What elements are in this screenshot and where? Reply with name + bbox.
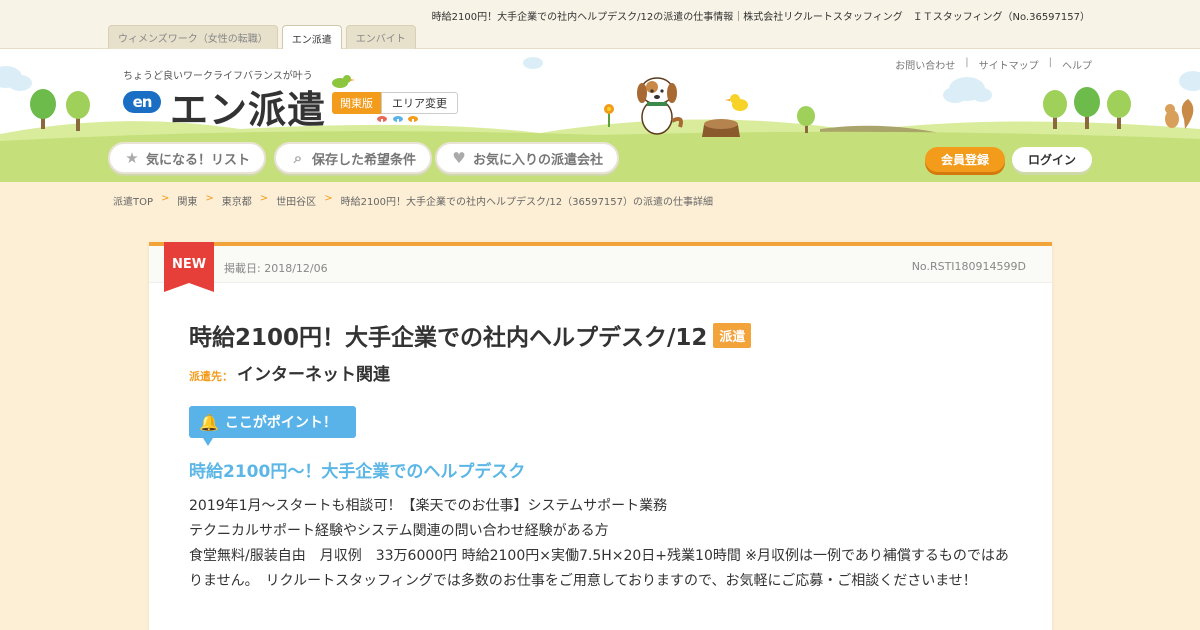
page-heading: 時給2100円！大手企業での社内ヘルプデスク/12の派遣の仕事情報｜株式会社リク… (431, 12, 1090, 23)
flower-decoration (604, 104, 614, 127)
employment-type-badge: 派遣 (713, 322, 752, 348)
dispatch-destination-value: インターネット関連 (237, 365, 390, 385)
breadcrumb-current: 時給2100円！大手企業での社内ヘルプデスク/12（36597157）の派遣の仕… (340, 197, 714, 208)
link-contact[interactable]: お問い合わせ (895, 57, 955, 72)
job-number: No.RSTI180914599D (911, 260, 1026, 273)
breadcrumb-separator: > (324, 193, 333, 204)
bell-icon: 🔔 (199, 412, 219, 432)
description-line: 2019年1月～スタートも相談可！【楽天でのお仕事】システムサポート業務 (189, 498, 668, 514)
saved-conditions-label: 保存した希望条件 (312, 152, 417, 168)
post-date: 掲載日: 2018/12/06 (224, 262, 328, 275)
job-title-text: 時給2100円！大手企業での社内ヘルプデスク/12 (189, 325, 708, 351)
job-description: 2019年1月～スタートも相談可！【楽天でのお仕事】システムサポート業務 テクニ… (189, 494, 1009, 594)
tab-en-haken[interactable]: エン派遣 (281, 25, 342, 50)
tab-womens-work[interactable]: ウィメンズワーク（女性の転職） (108, 25, 278, 49)
search-icon: ⌕ (293, 149, 303, 167)
util-divider: | (965, 57, 969, 68)
breadcrumb-separator: > (205, 193, 214, 204)
new-badge: NEW (164, 242, 214, 292)
description-line: 食堂無料/服装自由 月収例 33万6000円 時給2100円×実働7.5H×20… (189, 548, 1009, 589)
link-sitemap[interactable]: サイトマップ (979, 57, 1039, 72)
register-button[interactable]: 会員登録 (925, 147, 1005, 172)
favorite-agencies-button[interactable]: ♥ お気に入りの派遣会社 (435, 142, 620, 174)
star-icon: ★ (125, 149, 139, 167)
squirrel-decoration (1165, 99, 1194, 129)
site-tabs: ウィメンズワーク（女性の転職） エン派遣 エンバイト (108, 25, 416, 50)
logo-mark[interactable]: en (123, 91, 161, 113)
breadcrumb: 派遣TOP > 関東 > 東京都 > 世田谷区 > 時給2100円！大手企業での… (113, 193, 713, 208)
watchlist-button[interactable]: ★ 気になる！リスト (108, 142, 267, 174)
dispatch-destination-label: 派遣先： (189, 370, 233, 383)
tab-en-baito[interactable]: エンバイト (345, 25, 416, 49)
login-button[interactable]: ログイン (1012, 147, 1092, 172)
utility-links: お問い合わせ | サイトマップ | ヘルプ (895, 57, 1092, 72)
dispatch-destination: 派遣先： インターネット関連 (189, 360, 390, 385)
region-current: 関東版 (332, 92, 381, 114)
top-bar: 時給2100円！大手企業での社内ヘルプデスク/12の派遣の仕事情報｜株式会社リク… (0, 0, 1200, 50)
region-selector: 関東版 エリア変更 (332, 92, 458, 114)
breadcrumb-separator: > (259, 193, 269, 204)
point-heading: 時給2100円～！大手企業でのヘルプデスク (189, 462, 526, 482)
description-line: テクニカルサポート経験やシステム関連の問い合わせ経験がある方 (189, 523, 609, 539)
heart-icon: ♥ (452, 149, 466, 167)
job-meta-bar: 掲載日: 2018/12/06 No.RSTI180914599D (149, 246, 1052, 283)
logo-text[interactable]: エン派遣 (170, 79, 326, 134)
breadcrumb-separator: > (161, 193, 170, 204)
watchlist-label: 気になる！リスト (146, 152, 251, 168)
util-divider: | (1048, 57, 1052, 68)
point-badge-label: ここがポイント！ (224, 415, 337, 431)
job-title: 時給2100円！大手企業での社内ヘルプデスク/12 派遣 (189, 318, 752, 352)
mushroom-decoration (377, 116, 418, 124)
breadcrumb-item[interactable]: 派遣TOP (113, 193, 153, 208)
saved-conditions-button[interactable]: ⌕ 保存した希望条件 (274, 142, 433, 174)
site-header: ちょうど良いワークライフバランスが叶う en エン派遣 関東版 エリア変更 お問… (0, 49, 1200, 182)
region-change-button[interactable]: エリア変更 (381, 92, 458, 114)
bird-decoration (332, 75, 355, 88)
breadcrumb-item[interactable]: 東京都 (222, 193, 252, 208)
job-detail-card: 掲載日: 2018/12/06 No.RSTI180914599D NEW 時給… (149, 242, 1052, 630)
link-help[interactable]: ヘルプ (1062, 57, 1092, 72)
breadcrumb-item[interactable]: 関東 (177, 193, 197, 208)
favorite-agencies-label: お気に入りの派遣会社 (473, 152, 604, 168)
breadcrumb-item[interactable]: 世田谷区 (276, 193, 316, 208)
point-badge: 🔔 ここがポイント！ (189, 406, 356, 446)
